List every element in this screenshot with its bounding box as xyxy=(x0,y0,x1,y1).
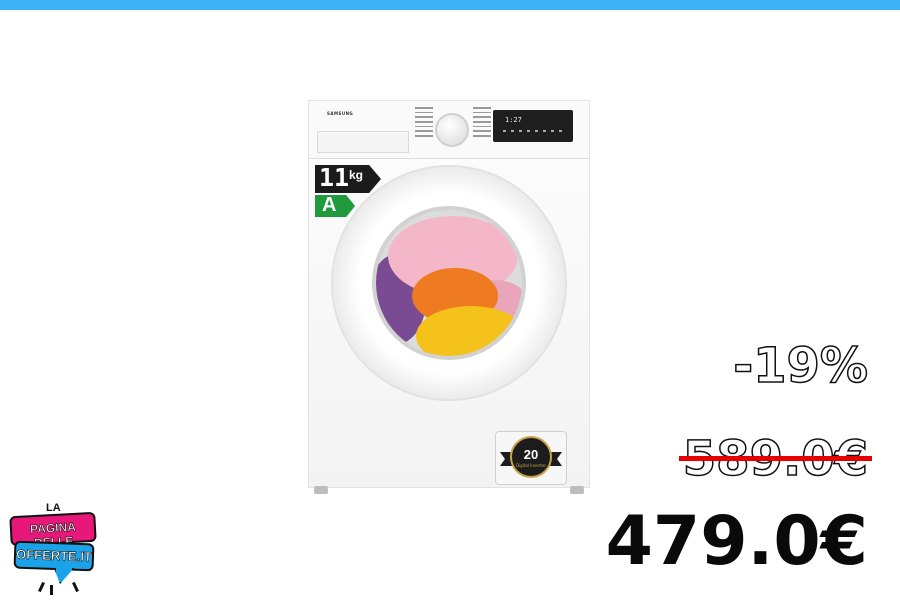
spark-mark-mid xyxy=(50,585,53,595)
site-logo[interactable]: LA PAGINA DELLE OFFERTE.IT xyxy=(9,502,100,596)
capacity-unit: kg xyxy=(349,168,364,182)
door-glass xyxy=(372,206,526,360)
detergent-drawer xyxy=(317,131,409,153)
logo-bottom-banner: OFFERTE.IT xyxy=(13,540,95,572)
strikethrough-line xyxy=(678,456,872,461)
washer-foot-left xyxy=(314,486,328,494)
digital-display: 1:27 xyxy=(493,110,573,142)
control-panel: SAMSUNG 1:27 xyxy=(309,101,589,159)
display-readout: 1:27 xyxy=(505,116,522,124)
program-dial xyxy=(435,113,469,147)
logo-line-offerte: OFFERTE.IT xyxy=(15,546,93,565)
badge-medal: 20 Digital Inverter xyxy=(510,436,552,478)
display-indicators xyxy=(503,130,563,132)
product-image-washing-machine: SAMSUNG 1:27 11 kg A 20 Digital Inverter xyxy=(308,100,590,498)
speech-bubble-tail xyxy=(54,568,74,584)
washer-foot-right xyxy=(570,486,584,494)
logo-line-la: LA xyxy=(46,502,61,514)
warranty-years: 20 xyxy=(523,447,539,462)
top-accent-bar xyxy=(0,0,900,10)
warranty-caption: Digital Inverter xyxy=(515,463,547,468)
old-price-block: 589.0€ xyxy=(678,430,872,488)
new-price: 479.0€ xyxy=(605,502,868,581)
brand-logo: SAMSUNG xyxy=(327,111,354,116)
laundry-yellow xyxy=(416,306,522,356)
washer-body: SAMSUNG 1:27 11 kg A 20 Digital Inverter xyxy=(308,100,590,488)
energy-label: 11 kg A xyxy=(315,163,381,217)
capacity-value: 11 xyxy=(319,163,350,192)
spark-mark-left xyxy=(38,581,45,593)
spark-mark-right xyxy=(72,581,79,593)
warranty-badge: 20 Digital Inverter xyxy=(495,431,567,485)
discount-percent: -19% xyxy=(732,338,868,394)
energy-class: A xyxy=(322,194,337,216)
